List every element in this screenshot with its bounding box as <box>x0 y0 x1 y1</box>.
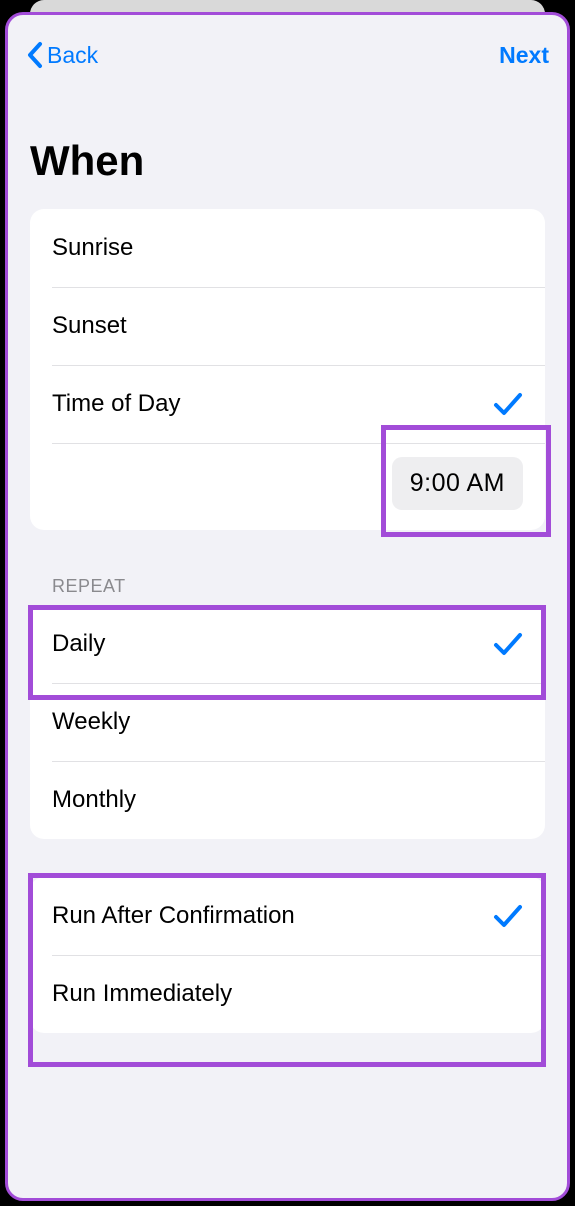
checkmark-icon <box>493 391 523 417</box>
option-label: Sunset <box>52 312 127 340</box>
repeat-option-daily[interactable]: Daily <box>30 605 545 683</box>
when-option-time-of-day[interactable]: Time of Day <box>30 365 545 443</box>
run-option-immediately[interactable]: Run Immediately <box>30 955 545 1033</box>
when-option-sunrise[interactable]: Sunrise <box>30 209 545 287</box>
time-value-row: 9:00 AM <box>30 443 545 530</box>
option-label: Run Immediately <box>52 980 232 1008</box>
option-label: Run After Confirmation <box>52 902 295 930</box>
back-label: Back <box>47 42 98 69</box>
time-value: 9:00 AM <box>410 469 505 497</box>
option-label: Monthly <box>52 786 136 814</box>
page-title: When <box>30 137 545 185</box>
next-label: Next <box>499 42 549 68</box>
repeat-option-weekly[interactable]: Weekly <box>30 683 545 761</box>
time-picker-button[interactable]: 9:00 AM <box>392 457 523 510</box>
option-label: Time of Day <box>52 390 180 418</box>
option-label: Weekly <box>52 708 130 736</box>
checkmark-icon <box>493 903 523 929</box>
repeat-header: REPEAT <box>52 576 545 597</box>
option-label: Sunrise <box>52 234 133 262</box>
chevron-left-icon <box>26 41 43 69</box>
when-option-sunset[interactable]: Sunset <box>30 287 545 365</box>
run-mode-section: Run After Confirmation Run Immediately <box>30 877 545 1033</box>
run-option-after-confirmation[interactable]: Run After Confirmation <box>30 877 545 955</box>
back-button[interactable]: Back <box>26 41 98 69</box>
next-button[interactable]: Next <box>499 42 549 69</box>
option-label: Daily <box>52 630 105 658</box>
checkmark-icon <box>493 631 523 657</box>
content-area: When Sunrise Sunset Time of Day 9:00 AM <box>8 95 567 1033</box>
repeat-section: Daily Weekly Monthly <box>30 605 545 839</box>
navigation-bar: Back Next <box>8 15 567 95</box>
when-section: Sunrise Sunset Time of Day 9:00 AM <box>30 209 545 530</box>
settings-sheet: Back Next When Sunrise Sunset Time of Da… <box>5 12 570 1201</box>
repeat-option-monthly[interactable]: Monthly <box>30 761 545 839</box>
